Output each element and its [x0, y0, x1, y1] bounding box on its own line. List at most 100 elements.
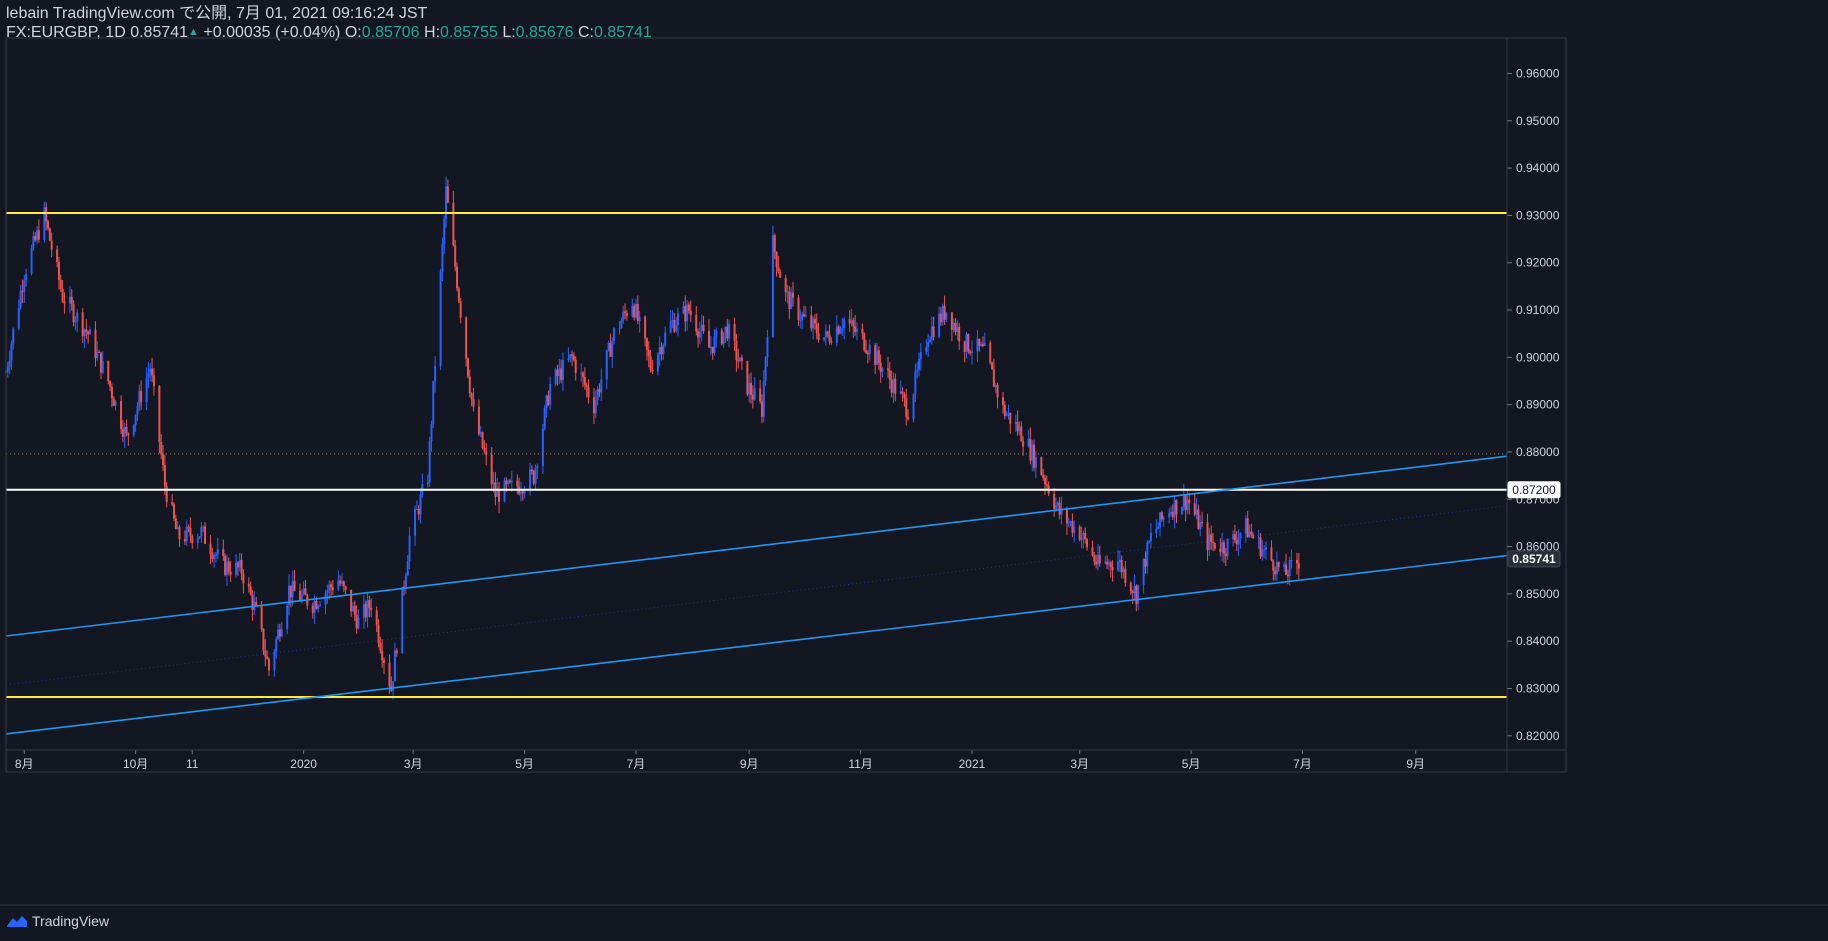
candle-body — [324, 593, 327, 605]
candle-body — [669, 321, 672, 333]
candle-body — [277, 629, 280, 639]
price-label-tag: 0.87200 — [1507, 481, 1561, 499]
candle — [914, 363, 917, 402]
candle — [317, 604, 320, 613]
candle-body — [123, 426, 126, 437]
candle — [25, 268, 28, 287]
candle — [83, 328, 86, 348]
candle-body — [529, 469, 532, 490]
candle-body — [868, 345, 871, 355]
candle-body — [355, 614, 358, 629]
candle-body — [94, 329, 97, 359]
candle-body — [278, 629, 281, 637]
candle — [311, 602, 314, 619]
candle-body — [419, 494, 422, 515]
candle — [1201, 511, 1204, 528]
candle-body — [558, 368, 561, 377]
candle-body — [587, 387, 590, 398]
candle-body — [792, 292, 795, 298]
candle — [1233, 524, 1236, 544]
candle-body — [404, 575, 407, 589]
candle — [1297, 553, 1300, 579]
candle — [521, 489, 524, 501]
candle-body — [340, 581, 343, 584]
candle-body — [994, 384, 997, 387]
candle-body — [1133, 586, 1136, 594]
candle — [713, 328, 716, 356]
plot-frame — [5, 37, 1567, 751]
price-tick-label: 0.93000 — [1516, 208, 1560, 222]
candle-body — [1270, 547, 1273, 561]
candle — [658, 336, 661, 366]
price-axis[interactable]: 0.96000 0.95000 0.94000 0.93000 0.92000 0.910… — [1507, 66, 1561, 743]
candle — [1016, 410, 1019, 436]
candle — [903, 391, 906, 407]
candle — [496, 477, 499, 497]
candle — [1226, 538, 1229, 560]
candle — [890, 370, 893, 398]
candle — [350, 589, 353, 617]
candle-body — [1082, 532, 1085, 538]
candle-body — [136, 406, 139, 415]
candle — [355, 605, 358, 634]
candle-body — [1014, 421, 1017, 424]
candle-body — [1250, 531, 1253, 535]
candle-body — [784, 277, 787, 293]
candle — [916, 361, 919, 379]
candle-body — [339, 580, 342, 584]
candle-body — [165, 486, 168, 503]
candle-body — [1224, 553, 1227, 557]
candle — [1193, 493, 1196, 517]
candle-body — [1098, 555, 1101, 564]
candle-body — [735, 340, 738, 361]
candle — [430, 420, 433, 452]
candle — [651, 359, 654, 375]
candle-body — [676, 313, 679, 326]
candle — [280, 621, 283, 638]
candle-body — [618, 328, 621, 330]
candle-body — [275, 638, 278, 652]
candle — [174, 514, 177, 530]
candle-body — [1016, 421, 1019, 432]
candle — [939, 306, 942, 327]
candle-body — [773, 235, 776, 252]
candle — [158, 385, 161, 454]
candle — [337, 570, 340, 592]
candle — [739, 357, 742, 362]
candle-body — [426, 482, 429, 485]
candle — [686, 300, 689, 331]
candle-body — [286, 605, 289, 629]
candle — [1069, 520, 1072, 527]
candle — [764, 356, 767, 386]
candle-body — [344, 586, 347, 590]
candle-body — [854, 326, 857, 332]
candle — [19, 285, 22, 310]
date-tick-label: 5月 — [1182, 757, 1201, 771]
candle — [1111, 560, 1114, 582]
candle-body — [46, 221, 49, 229]
candle-body — [114, 401, 117, 406]
candle — [1044, 474, 1047, 495]
candle — [941, 303, 944, 326]
price-tick-label: 0.88000 — [1516, 445, 1560, 459]
candle-body — [362, 604, 365, 618]
candle — [1180, 506, 1183, 515]
candle-body — [569, 354, 572, 359]
candle-body — [183, 539, 186, 542]
candle-body — [247, 583, 250, 587]
candle-body — [132, 424, 135, 436]
candle-body — [214, 554, 217, 556]
candlestick-chart[interactable]: 0.96000 0.95000 0.94000 0.93000 0.92000 0.910… — [0, 0, 1828, 941]
footer-brand[interactable]: TradingView — [6, 913, 109, 929]
time-axis[interactable]: 8月 10月 11 2020 3月 5月 7月 9月 11月 2021 3月 5月 7月 9月 — [15, 750, 1425, 771]
candle-body — [556, 369, 559, 377]
candle — [697, 328, 700, 348]
candle — [421, 473, 424, 498]
candle — [1257, 529, 1260, 549]
candle-body — [45, 207, 48, 222]
candle-body — [877, 350, 880, 363]
candle-body — [956, 326, 959, 332]
candle-body — [505, 480, 508, 485]
candle — [81, 308, 84, 343]
candle-body — [174, 518, 177, 530]
